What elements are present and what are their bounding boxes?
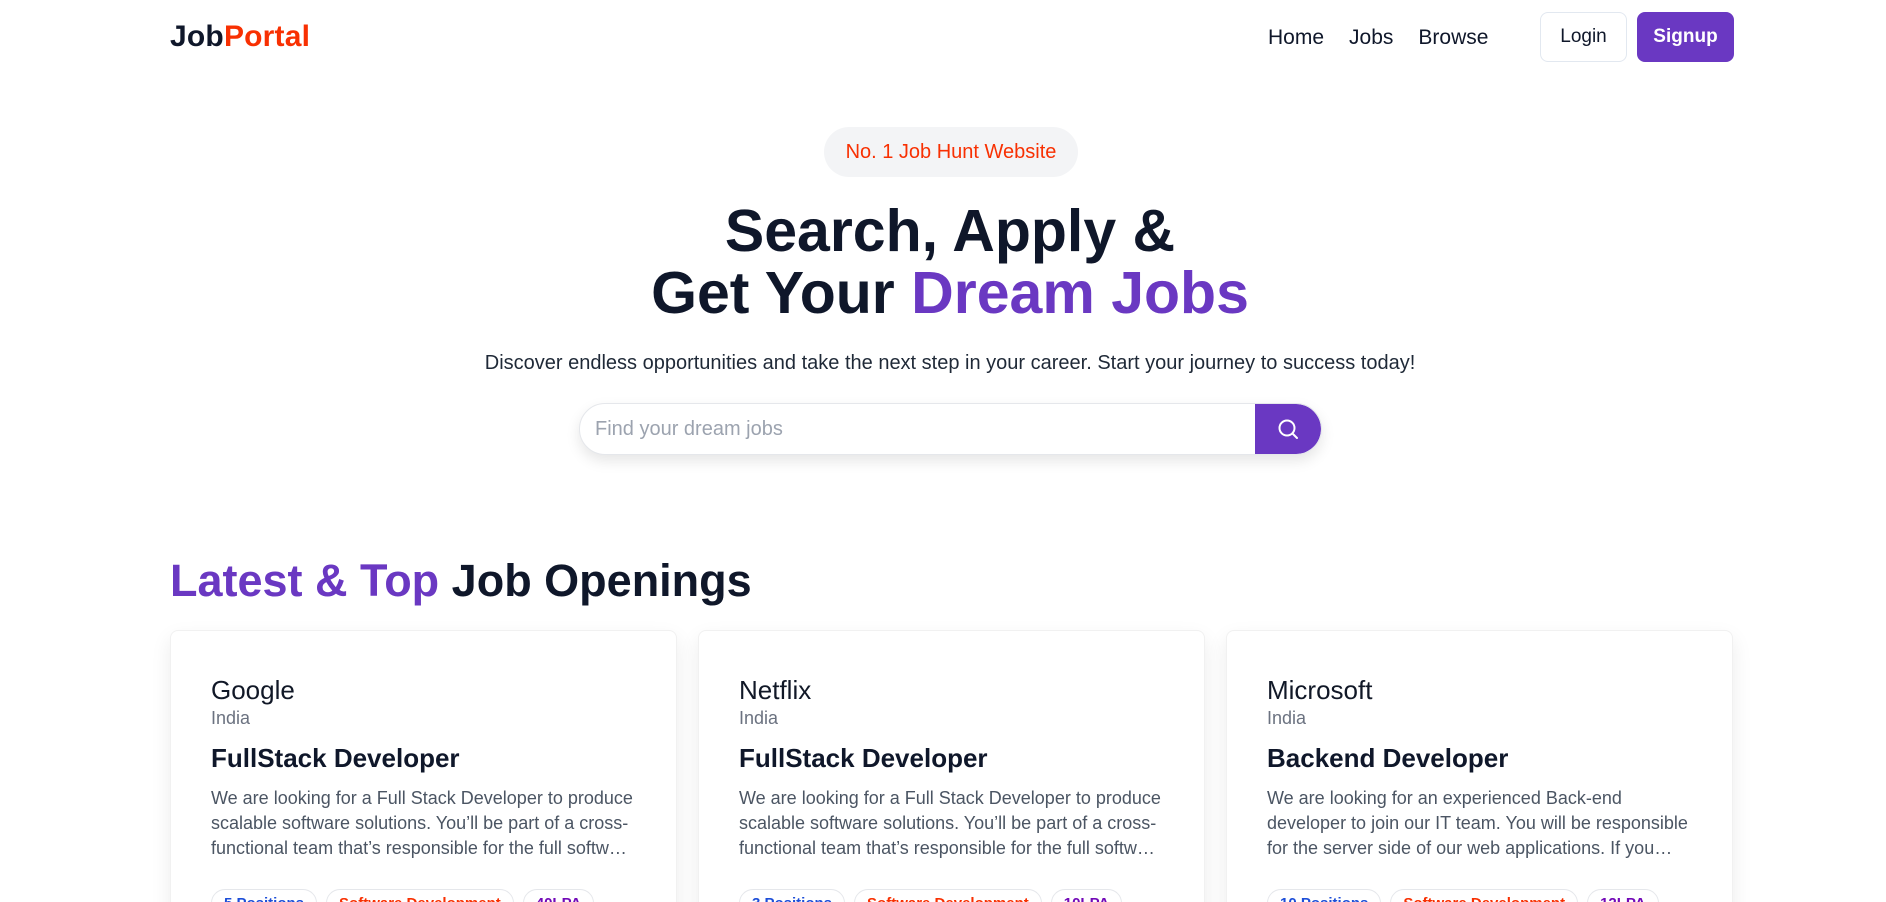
job-card[interactable]: Netflix India FullStack Developer We are…: [698, 630, 1205, 902]
job-location: India: [739, 708, 779, 728]
section-title-accent: Latest & Top: [170, 555, 440, 606]
section-title-plain: Job Openings: [439, 555, 752, 606]
job-title: Backend Developer: [1267, 743, 1509, 773]
job-company: Microsoft: [1267, 675, 1373, 705]
job-tags: 5 Positions Software Development 40LPA: [211, 889, 636, 902]
nav-link-browse[interactable]: Browse: [1418, 26, 1488, 50]
search-bar: [579, 403, 1322, 455]
hero-badge: No. 1 Job Hunt Website: [824, 127, 1078, 177]
job-type-badge: Software Development: [1390, 889, 1579, 902]
search-icon: [1278, 419, 1298, 439]
job-card[interactable]: Microsoft India Backend Developer We are…: [1226, 630, 1733, 902]
salary-badge: 40LPA: [522, 889, 595, 902]
job-location: India: [211, 708, 251, 728]
nav-link-jobs[interactable]: Jobs: [1349, 26, 1393, 50]
search-input[interactable]: [580, 404, 1255, 454]
job-location: India: [1267, 708, 1307, 728]
hero-title-line1: Search, Apply &: [724, 198, 1176, 264]
logo-text-portal: Portal: [223, 20, 311, 53]
job-card[interactable]: Google India FullStack Developer We are …: [170, 630, 677, 902]
hero-title-line2: Get Your: [651, 260, 912, 326]
job-description: We are looking for a Full Stack Develope…: [211, 788, 635, 858]
navbar: JobPortal Home Jobs Browse Login Signup: [0, 0, 1886, 76]
job-cards: Google India FullStack Developer We are …: [170, 630, 1734, 902]
nav-links: Home Jobs Browse: [1268, 26, 1488, 50]
job-description: We are looking for an experienced Back-e…: [1267, 788, 1688, 858]
salary-badge: 10LPA: [1050, 889, 1123, 902]
positions-badge: 5 Positions: [211, 889, 318, 902]
job-type-badge: Software Development: [326, 889, 514, 902]
salary-badge: 12LPA: [1587, 889, 1659, 902]
job-title: FullStack Developer: [211, 743, 460, 773]
job-title: FullStack Developer: [739, 743, 988, 773]
job-tags: 3 Positions Software Development 10LPA: [739, 889, 1164, 902]
job-type-badge: Software Development: [854, 889, 1042, 902]
section-title: Latest & Top Job Openings: [170, 555, 752, 607]
search-button[interactable]: [1255, 404, 1321, 454]
job-company: Google: [211, 675, 295, 705]
login-button[interactable]: Login: [1540, 12, 1627, 62]
hero-subtitle: Discover endless opportunities and take …: [484, 352, 1416, 374]
hero-title-accent: Dream Jobs: [911, 260, 1249, 326]
positions-badge: 10 Positions: [1267, 889, 1382, 902]
nav-link-home[interactable]: Home: [1268, 26, 1324, 50]
job-description: We are looking for a Full Stack Develope…: [739, 788, 1163, 858]
hero-title: Search, Apply & Get Your Dream Jobs: [0, 200, 1886, 324]
positions-badge: 3 Positions: [739, 889, 846, 902]
logo-text-job: Job: [170, 20, 224, 53]
logo[interactable]: JobPortal: [170, 20, 310, 54]
job-tags: 10 Positions Software Development 12LPA: [1267, 889, 1692, 902]
signup-button[interactable]: Signup: [1637, 12, 1734, 62]
job-company: Netflix: [739, 675, 812, 705]
